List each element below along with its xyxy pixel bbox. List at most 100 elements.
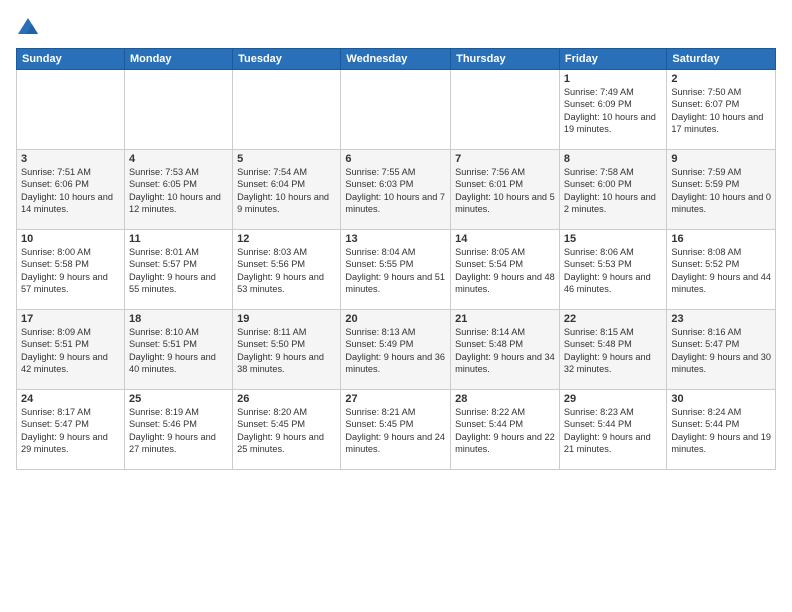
day-number: 10: [21, 233, 120, 245]
calendar-cell: 14Sunrise: 8:05 AMSunset: 5:54 PMDayligh…: [451, 230, 560, 310]
day-info: Sunrise: 8:11 AMSunset: 5:50 PMDaylight:…: [237, 326, 336, 376]
logo-icon: [16, 16, 40, 40]
day-info: Sunrise: 8:03 AMSunset: 5:56 PMDaylight:…: [237, 246, 336, 296]
day-info: Sunrise: 7:55 AMSunset: 6:03 PMDaylight:…: [345, 166, 446, 216]
day-number: 25: [129, 393, 228, 405]
calendar-header-monday: Monday: [124, 49, 232, 70]
calendar-header-wednesday: Wednesday: [341, 49, 451, 70]
day-number: 30: [671, 393, 771, 405]
day-number: 14: [455, 233, 555, 245]
calendar-cell: 17Sunrise: 8:09 AMSunset: 5:51 PMDayligh…: [17, 310, 125, 390]
day-number: 18: [129, 313, 228, 325]
day-info: Sunrise: 8:14 AMSunset: 5:48 PMDaylight:…: [455, 326, 555, 376]
day-info: Sunrise: 8:05 AMSunset: 5:54 PMDaylight:…: [455, 246, 555, 296]
calendar-cell: 25Sunrise: 8:19 AMSunset: 5:46 PMDayligh…: [124, 390, 232, 470]
calendar-week-1: 1Sunrise: 7:49 AMSunset: 6:09 PMDaylight…: [17, 70, 776, 150]
calendar-cell: 13Sunrise: 8:04 AMSunset: 5:55 PMDayligh…: [341, 230, 451, 310]
calendar-cell: 16Sunrise: 8:08 AMSunset: 5:52 PMDayligh…: [667, 230, 776, 310]
day-info: Sunrise: 8:16 AMSunset: 5:47 PMDaylight:…: [671, 326, 771, 376]
day-info: Sunrise: 7:54 AMSunset: 6:04 PMDaylight:…: [237, 166, 336, 216]
calendar-cell: 11Sunrise: 8:01 AMSunset: 5:57 PMDayligh…: [124, 230, 232, 310]
day-info: Sunrise: 8:09 AMSunset: 5:51 PMDaylight:…: [21, 326, 120, 376]
calendar-cell: 1Sunrise: 7:49 AMSunset: 6:09 PMDaylight…: [559, 70, 667, 150]
day-info: Sunrise: 8:01 AMSunset: 5:57 PMDaylight:…: [129, 246, 228, 296]
day-number: 13: [345, 233, 446, 245]
calendar-cell: 3Sunrise: 7:51 AMSunset: 6:06 PMDaylight…: [17, 150, 125, 230]
day-number: 6: [345, 153, 446, 165]
calendar-table: SundayMondayTuesdayWednesdayThursdayFrid…: [16, 48, 776, 470]
day-number: 28: [455, 393, 555, 405]
header: [16, 12, 776, 40]
day-number: 26: [237, 393, 336, 405]
calendar-cell: 27Sunrise: 8:21 AMSunset: 5:45 PMDayligh…: [341, 390, 451, 470]
calendar-week-4: 17Sunrise: 8:09 AMSunset: 5:51 PMDayligh…: [17, 310, 776, 390]
calendar-cell: 4Sunrise: 7:53 AMSunset: 6:05 PMDaylight…: [124, 150, 232, 230]
calendar-cell: 23Sunrise: 8:16 AMSunset: 5:47 PMDayligh…: [667, 310, 776, 390]
day-number: 2: [671, 73, 771, 85]
page: SundayMondayTuesdayWednesdayThursdayFrid…: [0, 0, 792, 612]
calendar-week-3: 10Sunrise: 8:00 AMSunset: 5:58 PMDayligh…: [17, 230, 776, 310]
day-number: 16: [671, 233, 771, 245]
calendar-cell: 8Sunrise: 7:58 AMSunset: 6:00 PMDaylight…: [559, 150, 667, 230]
calendar-cell: 12Sunrise: 8:03 AMSunset: 5:56 PMDayligh…: [233, 230, 341, 310]
day-info: Sunrise: 7:49 AMSunset: 6:09 PMDaylight:…: [564, 86, 663, 136]
calendar-cell: 26Sunrise: 8:20 AMSunset: 5:45 PMDayligh…: [233, 390, 341, 470]
day-info: Sunrise: 8:06 AMSunset: 5:53 PMDaylight:…: [564, 246, 663, 296]
calendar-cell: [233, 70, 341, 150]
day-number: 23: [671, 313, 771, 325]
day-info: Sunrise: 7:59 AMSunset: 5:59 PMDaylight:…: [671, 166, 771, 216]
day-info: Sunrise: 8:10 AMSunset: 5:51 PMDaylight:…: [129, 326, 228, 376]
calendar-cell: 28Sunrise: 8:22 AMSunset: 5:44 PMDayligh…: [451, 390, 560, 470]
calendar-cell: 18Sunrise: 8:10 AMSunset: 5:51 PMDayligh…: [124, 310, 232, 390]
calendar-week-5: 24Sunrise: 8:17 AMSunset: 5:47 PMDayligh…: [17, 390, 776, 470]
day-info: Sunrise: 8:20 AMSunset: 5:45 PMDaylight:…: [237, 406, 336, 456]
day-number: 8: [564, 153, 663, 165]
calendar-cell: 10Sunrise: 8:00 AMSunset: 5:58 PMDayligh…: [17, 230, 125, 310]
day-info: Sunrise: 8:23 AMSunset: 5:44 PMDaylight:…: [564, 406, 663, 456]
day-info: Sunrise: 7:53 AMSunset: 6:05 PMDaylight:…: [129, 166, 228, 216]
calendar-header-thursday: Thursday: [451, 49, 560, 70]
day-info: Sunrise: 7:58 AMSunset: 6:00 PMDaylight:…: [564, 166, 663, 216]
day-number: 11: [129, 233, 228, 245]
day-number: 19: [237, 313, 336, 325]
calendar-header-row: SundayMondayTuesdayWednesdayThursdayFrid…: [17, 49, 776, 70]
day-info: Sunrise: 8:00 AMSunset: 5:58 PMDaylight:…: [21, 246, 120, 296]
day-number: 27: [345, 393, 446, 405]
day-number: 5: [237, 153, 336, 165]
calendar-header-tuesday: Tuesday: [233, 49, 341, 70]
day-info: Sunrise: 8:17 AMSunset: 5:47 PMDaylight:…: [21, 406, 120, 456]
day-number: 7: [455, 153, 555, 165]
calendar-cell: 7Sunrise: 7:56 AMSunset: 6:01 PMDaylight…: [451, 150, 560, 230]
calendar-cell: 20Sunrise: 8:13 AMSunset: 5:49 PMDayligh…: [341, 310, 451, 390]
day-number: 21: [455, 313, 555, 325]
day-number: 4: [129, 153, 228, 165]
calendar-cell: [341, 70, 451, 150]
calendar-cell: 6Sunrise: 7:55 AMSunset: 6:03 PMDaylight…: [341, 150, 451, 230]
day-number: 20: [345, 313, 446, 325]
day-info: Sunrise: 8:15 AMSunset: 5:48 PMDaylight:…: [564, 326, 663, 376]
day-info: Sunrise: 8:22 AMSunset: 5:44 PMDaylight:…: [455, 406, 555, 456]
calendar-cell: 22Sunrise: 8:15 AMSunset: 5:48 PMDayligh…: [559, 310, 667, 390]
calendar-cell: 19Sunrise: 8:11 AMSunset: 5:50 PMDayligh…: [233, 310, 341, 390]
calendar-header-saturday: Saturday: [667, 49, 776, 70]
day-info: Sunrise: 7:51 AMSunset: 6:06 PMDaylight:…: [21, 166, 120, 216]
day-number: 3: [21, 153, 120, 165]
day-number: 29: [564, 393, 663, 405]
calendar-cell: [17, 70, 125, 150]
logo: [16, 16, 44, 40]
day-number: 1: [564, 73, 663, 85]
day-number: 17: [21, 313, 120, 325]
day-number: 15: [564, 233, 663, 245]
calendar-header-friday: Friday: [559, 49, 667, 70]
calendar-cell: 15Sunrise: 8:06 AMSunset: 5:53 PMDayligh…: [559, 230, 667, 310]
calendar-header-sunday: Sunday: [17, 49, 125, 70]
calendar-cell: [451, 70, 560, 150]
day-info: Sunrise: 8:04 AMSunset: 5:55 PMDaylight:…: [345, 246, 446, 296]
day-number: 24: [21, 393, 120, 405]
calendar-cell: 29Sunrise: 8:23 AMSunset: 5:44 PMDayligh…: [559, 390, 667, 470]
day-info: Sunrise: 8:24 AMSunset: 5:44 PMDaylight:…: [671, 406, 771, 456]
calendar-cell: 24Sunrise: 8:17 AMSunset: 5:47 PMDayligh…: [17, 390, 125, 470]
day-info: Sunrise: 8:21 AMSunset: 5:45 PMDaylight:…: [345, 406, 446, 456]
day-number: 12: [237, 233, 336, 245]
day-number: 9: [671, 153, 771, 165]
